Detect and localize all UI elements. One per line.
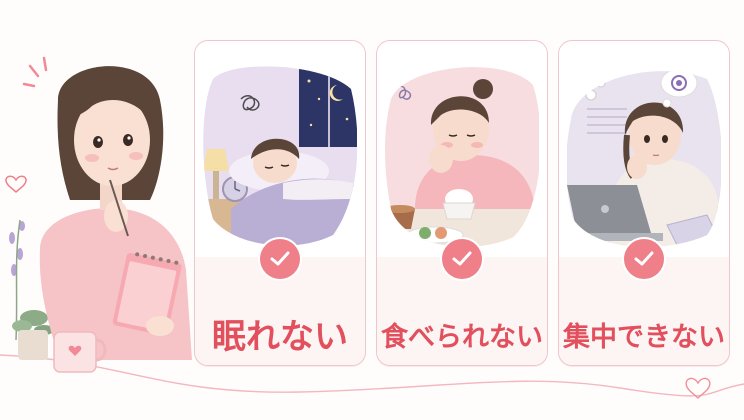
- symptom-card-focus: 集中できない: [558, 40, 730, 366]
- heart-icon: [5, 175, 27, 193]
- distracted-at-laptop-illustration: [567, 71, 721, 247]
- symptom-card-sleep: 眠れない: [194, 40, 366, 366]
- no-appetite-illustration: [385, 67, 539, 247]
- illustration-scene: 眠れない 食べられない 集中できない: [0, 0, 744, 419]
- symptom-label: 食べられない: [381, 322, 543, 353]
- symptom-label: 集中できない: [563, 322, 725, 353]
- woman-with-notepad-illustration: [5, 56, 192, 373]
- check-icon: [260, 239, 300, 279]
- symptom-label: 眠れない: [212, 317, 348, 357]
- check-icon: [442, 239, 482, 279]
- sleepless-in-bed-illustration: [203, 66, 357, 246]
- check-icon: [624, 239, 664, 279]
- symptom-card-appetite: 食べられない: [376, 40, 548, 366]
